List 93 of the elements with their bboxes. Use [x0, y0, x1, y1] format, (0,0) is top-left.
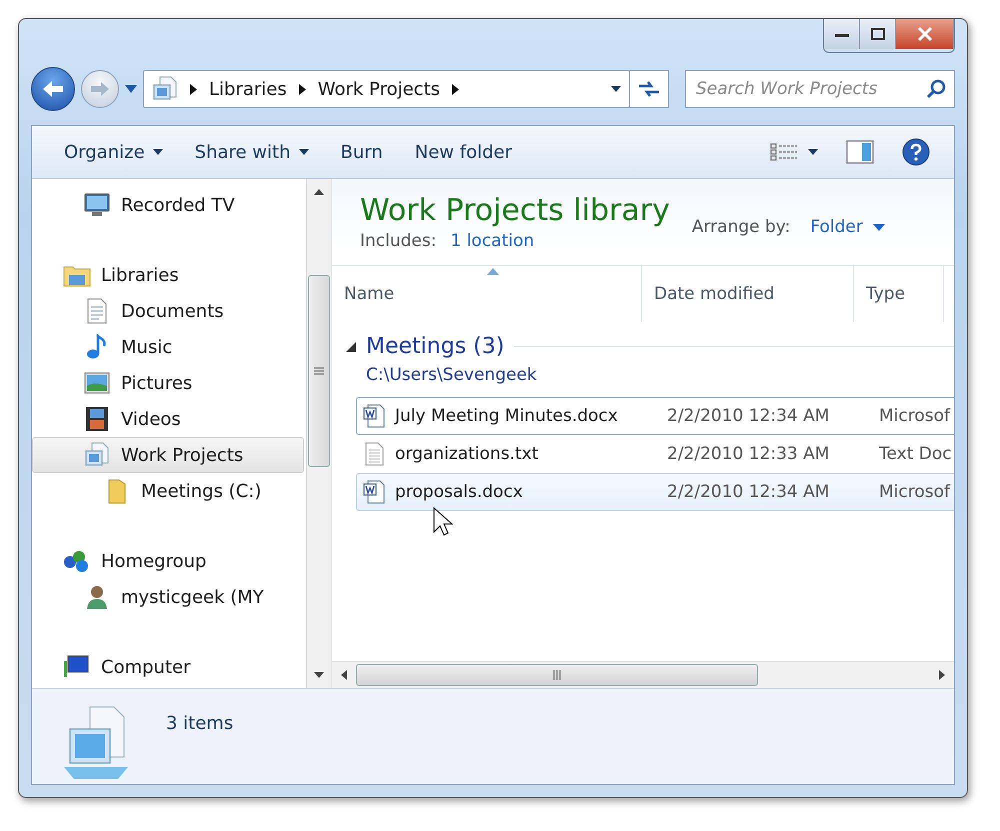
- nav-item[interactable]: Documents: [32, 293, 304, 329]
- forward-arrow-icon: [89, 80, 111, 98]
- nav-item[interactable]: mysticgeek (MY: [32, 579, 304, 615]
- arrange-by-dropdown[interactable]: Folder: [810, 217, 885, 237]
- folder-path: C:\Users\Sevengeek: [366, 365, 538, 385]
- up-arrow-icon: [314, 189, 324, 195]
- type-cell-text: Text Doc: [879, 444, 953, 464]
- library-icon: [84, 442, 110, 468]
- left-arrow-icon: [341, 670, 347, 680]
- date-cell-text: 2/2/2010 12:33 AM: [667, 444, 830, 464]
- nav-item[interactable]: Meetings (C:): [32, 473, 304, 509]
- film-strip-icon: [85, 406, 109, 432]
- search-field[interactable]: Search Work Projects: [694, 78, 926, 100]
- dropdown-arrow-icon: [808, 149, 818, 155]
- right-arrow-icon: [939, 670, 945, 680]
- type-cell-text: Microsof: [879, 482, 952, 502]
- text-file-icon: [363, 442, 385, 466]
- chevron-icon: [298, 84, 306, 94]
- address-bar[interactable]: Libraries Work Projects: [143, 70, 630, 108]
- down-arrow-icon: [314, 672, 324, 678]
- search-icon: [926, 79, 946, 99]
- date-cell-text: 2/2/2010 12:34 AM: [667, 482, 830, 502]
- close-button[interactable]: [896, 19, 954, 49]
- close-icon: [916, 26, 934, 42]
- collapse-toggle[interactable]: [346, 342, 356, 352]
- details-view-icon: [770, 142, 798, 162]
- refresh-button[interactable]: [629, 70, 669, 108]
- word-document-icon: [363, 404, 385, 428]
- includes-label: Includes:: [360, 231, 436, 251]
- monitor-icon: [84, 193, 110, 217]
- file-row[interactable]: proposals.docx 2/2/2010 12:34 AM Microsof: [356, 473, 954, 511]
- toolbar-button[interactable]: Organize: [52, 136, 175, 168]
- breadcrumb[interactable]: Work Projects: [318, 78, 440, 100]
- sort-arrow-icon: [486, 268, 498, 275]
- dropdown-arrow-icon: [152, 149, 163, 155]
- file-name: July Meeting Minutes.docx: [395, 406, 618, 426]
- item-count: 3 items: [166, 713, 234, 734]
- type-cell-text: Microsof: [879, 406, 952, 426]
- help-icon: [902, 138, 930, 166]
- library-icon: [152, 76, 178, 102]
- computer-icon: [64, 655, 90, 679]
- toolbar-button[interactable]: Burn: [328, 136, 395, 168]
- picture-icon: [84, 372, 110, 394]
- preview-pane-icon: [846, 140, 874, 164]
- minimize-button[interactable]: [824, 19, 860, 49]
- nav-item[interactable]: Pictures: [32, 365, 304, 401]
- dropdown-arrow-icon: [872, 224, 885, 230]
- file-name: proposals.docx: [395, 482, 523, 502]
- column-header[interactable]: Type: [854, 266, 944, 322]
- library-title: Work Projects library: [360, 194, 670, 227]
- horizontal-scrollbar[interactable]: [332, 661, 954, 688]
- grip-icon: [553, 670, 561, 680]
- library-icon: [62, 705, 130, 781]
- back-button[interactable]: [31, 67, 75, 111]
- mouse-pointer-icon: [433, 507, 453, 537]
- word-document-icon: [363, 480, 385, 504]
- folder-icon: [107, 478, 127, 504]
- toolbar-button[interactable]: New folder: [402, 136, 524, 168]
- nav-item[interactable]: Libraries: [32, 257, 304, 293]
- breadcrumb[interactable]: Libraries: [209, 78, 287, 100]
- grip-icon: [314, 367, 324, 375]
- nav-item[interactable]: Recorded TV: [32, 187, 304, 223]
- refresh-icon: [637, 79, 661, 99]
- arrange-by-label: Arrange by:: [692, 217, 790, 237]
- chevron-icon: [452, 84, 460, 94]
- column-header[interactable]: Date modified: [642, 266, 854, 322]
- dropdown-arrow-icon: [611, 86, 621, 92]
- location-link[interactable]: 1 location: [450, 231, 534, 251]
- nav-item[interactable]: Work Projects: [32, 437, 304, 473]
- music-note-icon: [86, 334, 108, 360]
- nav-item[interactable]: Music: [32, 329, 304, 365]
- maximize-icon: [870, 27, 886, 41]
- expand-triangle-icon: [346, 342, 356, 352]
- nav-item[interactable]: Computer: [32, 649, 304, 685]
- file-row[interactable]: July Meeting Minutes.docx 2/2/2010 12:34 AM Microsof: [356, 397, 954, 435]
- group-title[interactable]: Meetings (3): [366, 334, 504, 359]
- search-box[interactable]: Search Work Projects: [685, 70, 955, 108]
- maximize-button[interactable]: [860, 19, 896, 49]
- column-header[interactable]: Name: [332, 266, 642, 322]
- nav-item[interactable]: Homegroup: [32, 543, 304, 579]
- date-cell-text: 2/2/2010 12:34 AM: [667, 406, 830, 426]
- file-name: organizations.txt: [395, 444, 538, 464]
- back-arrow-icon: [41, 79, 65, 99]
- vertical-scrollbar[interactable]: [306, 179, 331, 688]
- document-icon: [86, 298, 108, 324]
- nav-item[interactable]: Videos: [32, 401, 304, 437]
- toolbar-button[interactable]: Share with: [182, 136, 320, 168]
- user-icon: [86, 584, 108, 610]
- dropdown-arrow-icon: [298, 149, 308, 155]
- file-row[interactable]: organizations.txt 2/2/2010 12:33 AM Text Doc: [356, 435, 954, 473]
- chevron-icon: [190, 84, 197, 94]
- globe-cluster-icon: [63, 549, 91, 573]
- recent-pages-arrow-icon[interactable]: [125, 85, 137, 93]
